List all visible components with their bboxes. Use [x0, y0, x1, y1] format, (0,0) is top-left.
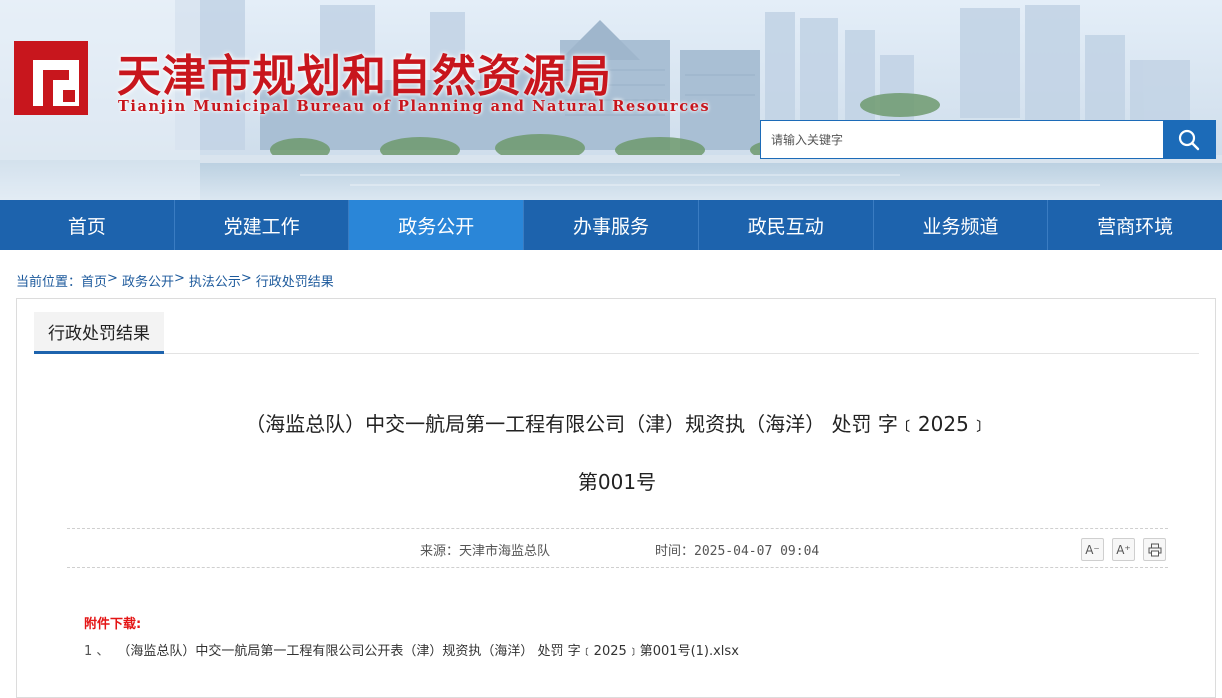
search-icon	[1178, 129, 1200, 150]
breadcrumb-government-affairs[interactable]: 政务公开	[122, 271, 174, 290]
logo-icon[interactable]	[14, 41, 88, 115]
tab-penalty-results[interactable]: 行政处罚结果	[34, 312, 164, 354]
article-source: 来源：天津市海监总队	[420, 544, 551, 559]
search-input[interactable]	[761, 121, 1163, 158]
font-increase-button[interactable]: A⁺	[1112, 538, 1135, 561]
nav-item-party-building[interactable]: 党建工作	[175, 200, 350, 250]
breadcrumb: 当前位置： 首页 > 政务公开 > 执法公示 > 行政处罚结果	[16, 271, 334, 290]
nav-item-business-environment[interactable]: 营商环境	[1048, 200, 1222, 250]
breadcrumb-separator: >	[240, 271, 252, 286]
breadcrumb-separator: >	[173, 271, 185, 286]
print-button[interactable]	[1143, 538, 1166, 561]
nav-item-services[interactable]: 办事服务	[524, 200, 699, 250]
attachments-label: 附件下载:	[84, 617, 142, 632]
site-header: 天津市规划和自然资源局 Tianjin Municipal Bureau of …	[0, 0, 1222, 200]
nav-item-government-affairs[interactable]: 政务公开	[349, 200, 525, 250]
font-decrease-icon: A⁻	[1085, 542, 1100, 557]
print-icon	[1148, 543, 1161, 556]
breadcrumb-enforcement[interactable]: 执法公示	[189, 271, 241, 290]
article-title-line1: （海监总队）中交一航局第一工程有限公司（津）规资执（海洋） 处罚 字﹝2025﹞	[245, 412, 989, 436]
attachment-item: 1 、 （海监总队）中交一航局第一工程有限公司公开表（津）规资执（海洋） 处罚 …	[84, 640, 739, 659]
breadcrumb-penalty-results[interactable]: 行政处罚结果	[256, 271, 334, 290]
nav-item-home[interactable]: 首页	[0, 200, 175, 250]
article-meta: 来源：天津市海监总队 时间：2025-04-07 09:04 A⁻ A⁺	[67, 528, 1168, 568]
site-title: 天津市规划和自然资源局	[117, 51, 612, 102]
article-title-line2: 第001号	[577, 470, 657, 494]
search-button[interactable]	[1163, 121, 1215, 158]
nav-item-interaction[interactable]: 政民互动	[699, 200, 874, 250]
breadcrumb-home[interactable]: 首页	[81, 271, 107, 290]
article-time: 时间：2025-04-07 09:04	[655, 544, 820, 559]
breadcrumb-prefix: 当前位置：	[16, 275, 82, 290]
attachment-number: 1 、	[84, 644, 110, 659]
attachment-link[interactable]: （海监总队）中交一航局第一工程有限公司公开表（津）规资执（海洋） 处罚 字﹝20…	[117, 640, 738, 659]
nav-item-business-channels[interactable]: 业务频道	[874, 200, 1049, 250]
font-decrease-button[interactable]: A⁻	[1081, 538, 1104, 561]
search-bar	[760, 120, 1216, 159]
content-panel: 行政处罚结果 （海监总队）中交一航局第一工程有限公司（津）规资执（海洋） 处罚 …	[16, 298, 1216, 698]
breadcrumb-separator: >	[107, 271, 118, 286]
font-increase-icon: A⁺	[1116, 542, 1131, 557]
main-nav: 首页 党建工作 政务公开 办事服务 政民互动 业务频道 营商环境	[0, 200, 1222, 250]
site-title-en: Tianjin Municipal Bureau of Planning and…	[118, 98, 711, 115]
article-title: （海监总队）中交一航局第一工程有限公司（津）规资执（海洋） 处罚 字﹝2025﹞…	[77, 395, 1157, 511]
tab-bar: 行政处罚结果	[34, 312, 1199, 354]
